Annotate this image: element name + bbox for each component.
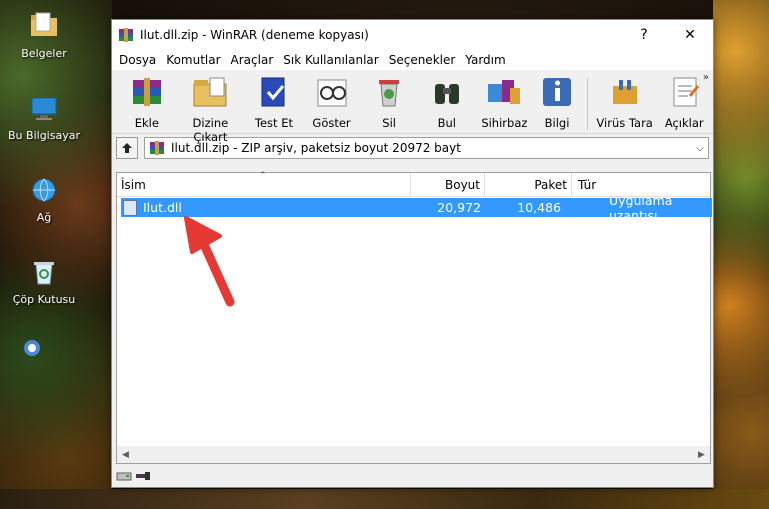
menu-yardim[interactable]: Yardım	[460, 53, 510, 67]
key-icon[interactable]	[135, 470, 151, 482]
menu-araclar[interactable]: Araçlar	[226, 53, 279, 67]
toolbar-separator	[586, 78, 588, 130]
help-button[interactable]: ?	[621, 20, 667, 50]
comment-icon	[673, 77, 700, 107]
toolbar-label: Virüs Tara	[596, 116, 653, 130]
close-button[interactable]: ✕	[667, 20, 713, 50]
desktop-shortcut-icon[interactable]	[20, 336, 44, 360]
toolbar-test-button[interactable]: Test Et	[245, 74, 303, 130]
toolbar-add-button[interactable]: Ekle	[118, 74, 176, 130]
network-icon	[32, 178, 56, 202]
toolbar-find-button[interactable]: Bul	[418, 74, 476, 130]
toolbar-delete-button[interactable]: Sil	[360, 74, 418, 130]
view-icon	[317, 79, 347, 107]
desktop-icon-label: Belgeler	[21, 47, 67, 60]
find-icon	[434, 84, 459, 104]
toolbar: Ekle Dizine Çıkart Test Et Göster Sil Bu…	[112, 70, 713, 144]
column-headers: İsim Boyut Paket Tür ⌃	[117, 171, 710, 197]
toolbar-label: Bilgi	[544, 116, 570, 130]
red-arrow-annotation	[184, 216, 235, 307]
path-text: Ilut.dll.zip - ZIP arşiv, paketsiz boyut…	[171, 141, 461, 155]
toolbar-label: Bul	[437, 116, 456, 130]
zip-archive-icon	[150, 141, 164, 155]
file-name: Ilut.dll	[143, 200, 182, 215]
scroll-track[interactable]	[134, 446, 693, 463]
computer-icon	[31, 97, 57, 120]
info-icon	[543, 78, 571, 106]
toolbar-label: Sihirbaz	[481, 116, 528, 130]
menu-komutlar[interactable]: Komutlar	[161, 53, 225, 67]
desktop-wallpaper-bottom	[0, 489, 769, 509]
horizontal-scrollbar[interactable]: ◀ ▶	[117, 446, 710, 463]
desktop-icon-label: Bu Bilgisayar	[8, 129, 80, 142]
scroll-right-icon[interactable]: ▶	[693, 446, 710, 463]
file-size: 20,972	[437, 200, 481, 215]
test-icon	[261, 77, 285, 107]
desktop-icon-recycle-bin[interactable]: Çöp Kutusu	[4, 256, 84, 306]
column-header-packed[interactable]: Paket	[485, 173, 572, 196]
column-header-type[interactable]: Tür	[572, 173, 710, 196]
extract-to-icon	[193, 77, 227, 107]
window-title: Ilut.dll.zip - WinRAR (deneme kopyası)	[140, 28, 369, 42]
up-arrow-icon	[122, 143, 132, 153]
menu-bar: Dosya Komutlar Araçlar Sık Kullanılanlar…	[112, 50, 713, 70]
add-archive-icon	[132, 78, 161, 106]
desktop-icon-documents[interactable]: Belgeler	[4, 10, 84, 60]
recycle-bin-icon	[34, 262, 54, 285]
menu-sik-kullanilanlar[interactable]: Sık Kullanılanlar	[278, 53, 383, 67]
sort-caret-icon: ⌃	[259, 171, 267, 181]
file-name-cell: Ilut.dll	[121, 199, 411, 216]
toolbar-label: Göster	[312, 116, 351, 130]
dll-file-icon	[123, 199, 137, 216]
menu-secenekler[interactable]: Seçenekler	[384, 53, 461, 67]
drive-icon[interactable]	[116, 470, 132, 482]
toolbar-virus-scan-button[interactable]: Virüs Tara	[594, 74, 656, 130]
winrar-app-icon	[119, 28, 133, 42]
toolbar-view-button[interactable]: Göster	[303, 74, 361, 130]
chevron-down-icon[interactable]: ⌵	[692, 143, 708, 154]
desktop-icon-label: Çöp Kutusu	[12, 293, 76, 306]
desktop-icon-label: Ağ	[36, 211, 52, 224]
toolbar-info-button[interactable]: Bilgi	[533, 74, 581, 130]
virus-scan-icon	[612, 80, 637, 104]
folder-icon	[31, 12, 57, 36]
toolbar-more-button[interactable]: »	[703, 72, 709, 83]
toolbar-wizard-button[interactable]: Sihirbaz	[476, 74, 534, 130]
desktop-wallpaper-left	[0, 0, 112, 509]
desktop-icon-this-pc[interactable]: Bu Bilgisayar	[4, 92, 84, 142]
toolbar-label: Dizine Çıkart	[192, 116, 229, 144]
title-bar[interactable]: Ilut.dll.zip - WinRAR (deneme kopyası) ?…	[112, 20, 713, 50]
status-bar	[112, 465, 713, 487]
desktop-icon-network[interactable]: Ağ	[4, 174, 84, 224]
menu-dosya[interactable]: Dosya	[114, 53, 161, 67]
toolbar-label: Test Et	[254, 116, 293, 130]
toolbar-label: Sil	[382, 116, 396, 130]
up-folder-button[interactable]	[116, 137, 138, 159]
toolbar-extract-to-button[interactable]: Dizine Çıkart	[176, 74, 246, 144]
file-packed: 10,486	[517, 200, 561, 215]
scroll-left-icon[interactable]: ◀	[117, 446, 134, 463]
wizard-icon	[488, 80, 521, 104]
column-header-size[interactable]: Boyut	[411, 173, 485, 196]
toolbar-label: Açıklar	[664, 116, 704, 130]
delete-icon	[379, 80, 400, 107]
toolbar-label: Ekle	[134, 116, 159, 130]
desktop-wallpaper-right	[713, 0, 769, 509]
file-type: Uygulama uzantısı	[609, 192, 673, 223]
